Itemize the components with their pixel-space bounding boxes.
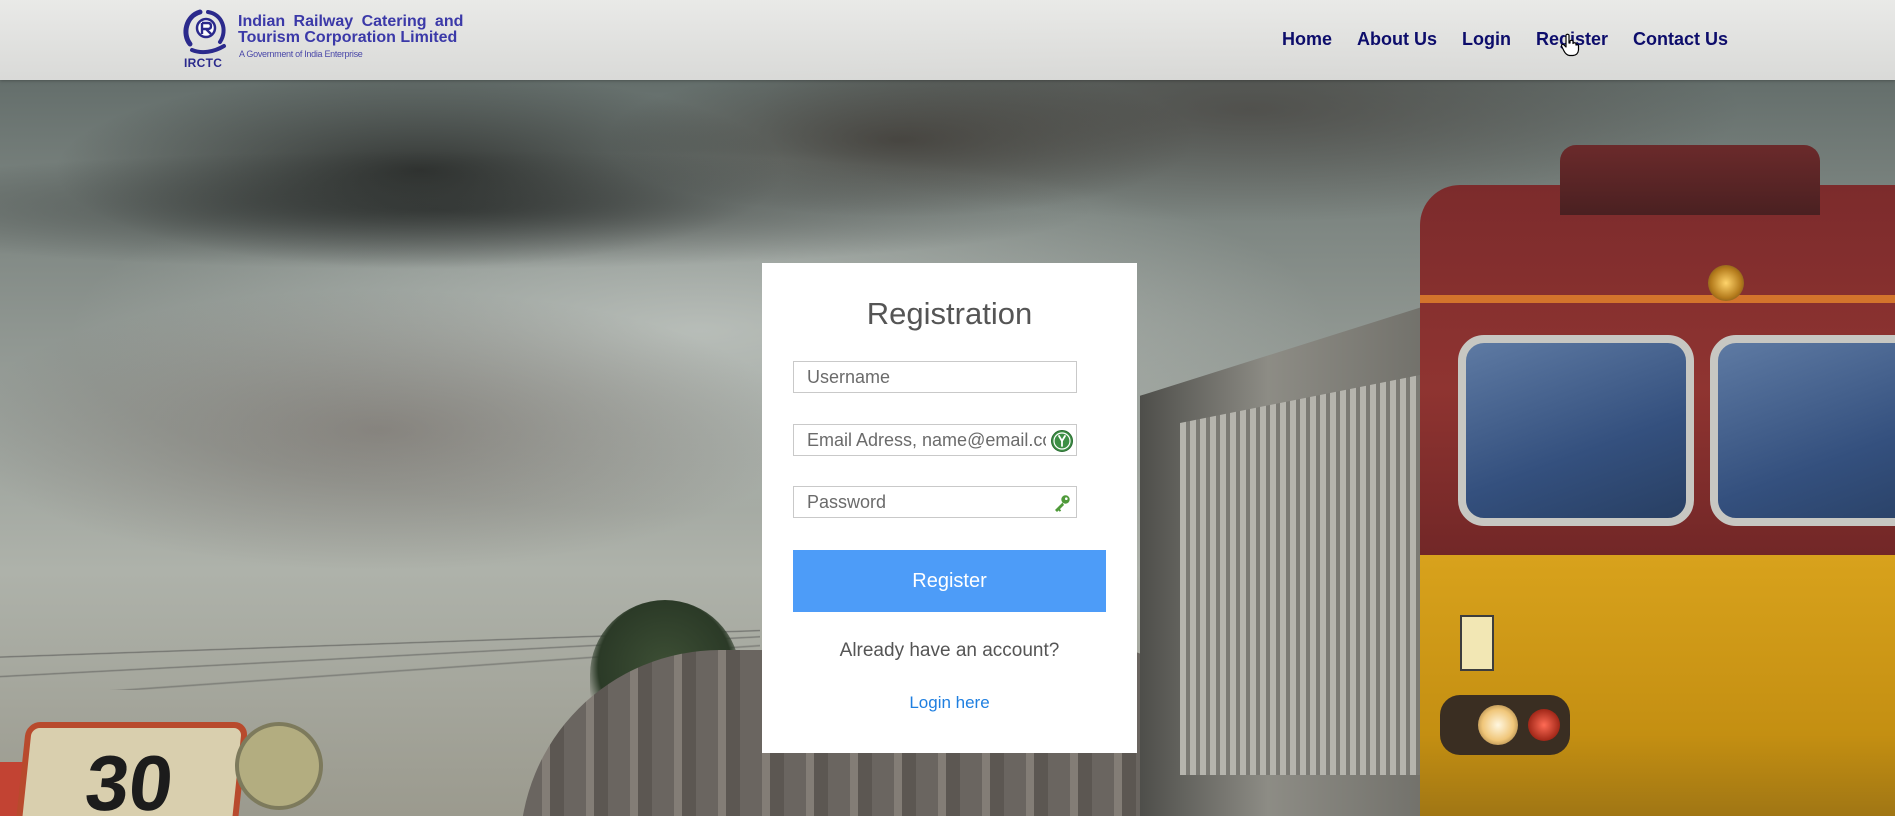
irctc-logo-icon — [183, 9, 226, 55]
logo-abbreviation: IRCTC — [184, 56, 223, 70]
locomotive-nose — [1420, 555, 1895, 816]
nav-about-us[interactable]: About Us — [1357, 29, 1437, 50]
password-manager-icon[interactable] — [1050, 429, 1074, 453]
email-input[interactable] — [794, 425, 1076, 455]
key-icon[interactable] — [1050, 491, 1074, 515]
locomotive-window-right — [1710, 335, 1895, 526]
locomotive-warning-sign — [1460, 615, 1494, 671]
main-nav: Home About Us Login Register Contact Us — [1282, 29, 1728, 50]
password-input[interactable] — [794, 487, 1076, 517]
username-field-wrapper — [793, 361, 1077, 393]
locomotive-headlights — [1440, 695, 1570, 755]
locomotive-grille — [1180, 375, 1420, 775]
nav-home[interactable]: Home — [1282, 29, 1332, 50]
hand-cursor-icon — [1560, 33, 1580, 57]
registration-title: Registration — [866, 296, 1033, 331]
email-field-wrapper — [793, 424, 1077, 456]
login-here-link[interactable]: Login here — [762, 693, 1137, 713]
username-input[interactable] — [794, 362, 1076, 392]
locomotive-window-left — [1458, 335, 1694, 526]
password-field-wrapper — [793, 486, 1077, 518]
background-locomotive — [1140, 145, 1895, 816]
background-clouds — [0, 150, 1100, 270]
already-have-account-text: Already have an account? — [839, 640, 1060, 661]
irctc-logo[interactable]: IRCTC Indian Railway Catering and Touris… — [180, 6, 480, 70]
background-speed-sign: 30 — [13, 722, 249, 816]
register-button[interactable]: Register — [793, 550, 1106, 612]
page: 30 IRCTC Indian Railway Catering and Tou… — [0, 0, 1895, 816]
nav-contact-us[interactable]: Contact Us — [1633, 29, 1728, 50]
logo-subtitle: A Government of India Enterprise — [239, 49, 363, 59]
logo-title-line2: Tourism Corporation Limited — [238, 29, 458, 46]
locomotive-stripe — [1420, 295, 1895, 303]
locomotive-roof — [1560, 145, 1820, 215]
locomotive-top-lamp — [1708, 265, 1744, 301]
background-round-sign — [235, 722, 323, 810]
registration-card: Registration Register Already have an ac… — [762, 263, 1137, 753]
nav-login[interactable]: Login — [1462, 29, 1511, 50]
site-header: IRCTC Indian Railway Catering and Touris… — [0, 0, 1895, 80]
